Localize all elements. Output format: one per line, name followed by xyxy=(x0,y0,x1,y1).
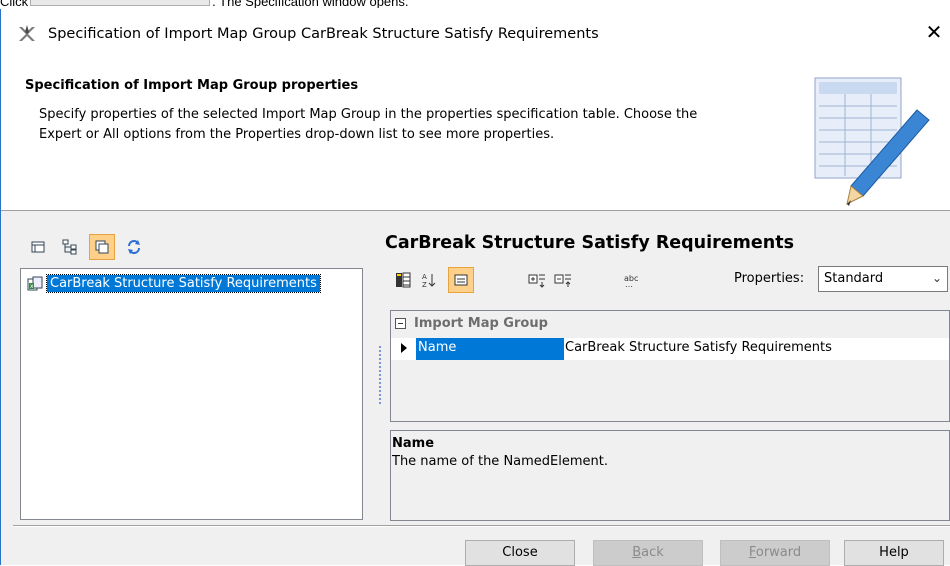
list-view-icon[interactable] xyxy=(25,234,51,260)
sort-alphabetical-icon[interactable]: AZ xyxy=(416,267,442,293)
properties-dropdown[interactable]: Standard ⌄ xyxy=(818,266,948,292)
properties-toolbar: AZ abc… Properties: Standard ⌄ xyxy=(390,263,950,297)
collapse-all-icon[interactable] xyxy=(550,267,576,293)
forward-button[interactable]: Forward xyxy=(720,540,830,566)
header-description: Specify properties of the selected Impor… xyxy=(39,107,698,142)
tree-item-label: CarBreak Structure Satisfy Requirements xyxy=(46,274,321,293)
caption-button-image xyxy=(30,0,211,6)
magicdraw-app-icon xyxy=(19,24,35,41)
find-text-icon[interactable]: abc… xyxy=(618,267,644,293)
panel-title: CarBreak Structure Satisfy Requirements xyxy=(385,233,794,253)
show-inherited-toggle-icon[interactable] xyxy=(89,234,115,260)
collapse-group-icon[interactable] xyxy=(395,318,406,329)
property-value-cell[interactable]: CarBreak Structure Satisfy Requirements xyxy=(565,340,832,355)
window-title: Specification of Import Map Group CarBre… xyxy=(48,25,599,42)
tree-item[interactable]: x CarBreak Structure Satisfy Requirement… xyxy=(27,274,321,293)
property-group-row[interactable]: Import Map Group xyxy=(395,316,548,331)
specification-window: Specification of Import Map Group CarBre… xyxy=(0,9,950,566)
table-row[interactable]: Name CarBreak Structure Satisfy Requirem… xyxy=(391,338,949,360)
categorized-view-icon[interactable] xyxy=(390,267,416,293)
import-map-icon: x xyxy=(27,276,43,290)
panel-splitter[interactable] xyxy=(379,346,382,404)
property-name-cell[interactable]: Name xyxy=(416,338,564,360)
description-panel: Name The name of the NamedElement. xyxy=(390,430,950,521)
tree-view-icon[interactable] xyxy=(57,234,83,260)
expand-all-icon[interactable] xyxy=(524,267,550,293)
description-title: Name xyxy=(392,436,435,451)
svg-text:…: … xyxy=(625,280,633,288)
caption-prefix: Click xyxy=(0,0,29,8)
row-pointer-icon xyxy=(401,343,407,353)
show-description-toggle-icon[interactable] xyxy=(448,267,474,293)
properties-label: Properties: xyxy=(734,271,805,286)
element-tree[interactable]: x CarBreak Structure Satisfy Requirement… xyxy=(20,268,363,520)
footer-divider xyxy=(13,525,950,527)
property-group-label: Import Map Group xyxy=(414,316,548,331)
chevron-down-icon: ⌄ xyxy=(931,271,942,285)
spreadsheet-pencil-icon xyxy=(814,77,930,206)
back-button[interactable]: Back xyxy=(593,540,703,566)
description-text: The name of the NamedElement. xyxy=(392,454,608,469)
close-button[interactable]: Close xyxy=(465,540,575,566)
refresh-icon[interactable] xyxy=(121,234,147,260)
svg-text:Z: Z xyxy=(422,281,427,288)
help-button[interactable]: Help xyxy=(844,540,944,566)
tree-toolbar xyxy=(25,231,147,263)
svg-text:A: A xyxy=(422,273,427,281)
properties-table: Import Map Group Name CarBreak Structure… xyxy=(390,310,950,422)
close-window-icon[interactable]: ✕ xyxy=(922,20,946,44)
header-heading: Specification of Import Map Group proper… xyxy=(25,78,359,93)
title-bar: Specification of Import Map Group CarBre… xyxy=(1,9,950,58)
page-caption: Click . The Specification window opens. xyxy=(0,0,409,8)
caption-suffix: . The Specification window opens. xyxy=(212,0,409,8)
header-banner: Specification of Import Map Group proper… xyxy=(1,58,950,211)
svg-text:x: x xyxy=(30,283,34,290)
properties-dropdown-value: Standard xyxy=(824,271,884,286)
